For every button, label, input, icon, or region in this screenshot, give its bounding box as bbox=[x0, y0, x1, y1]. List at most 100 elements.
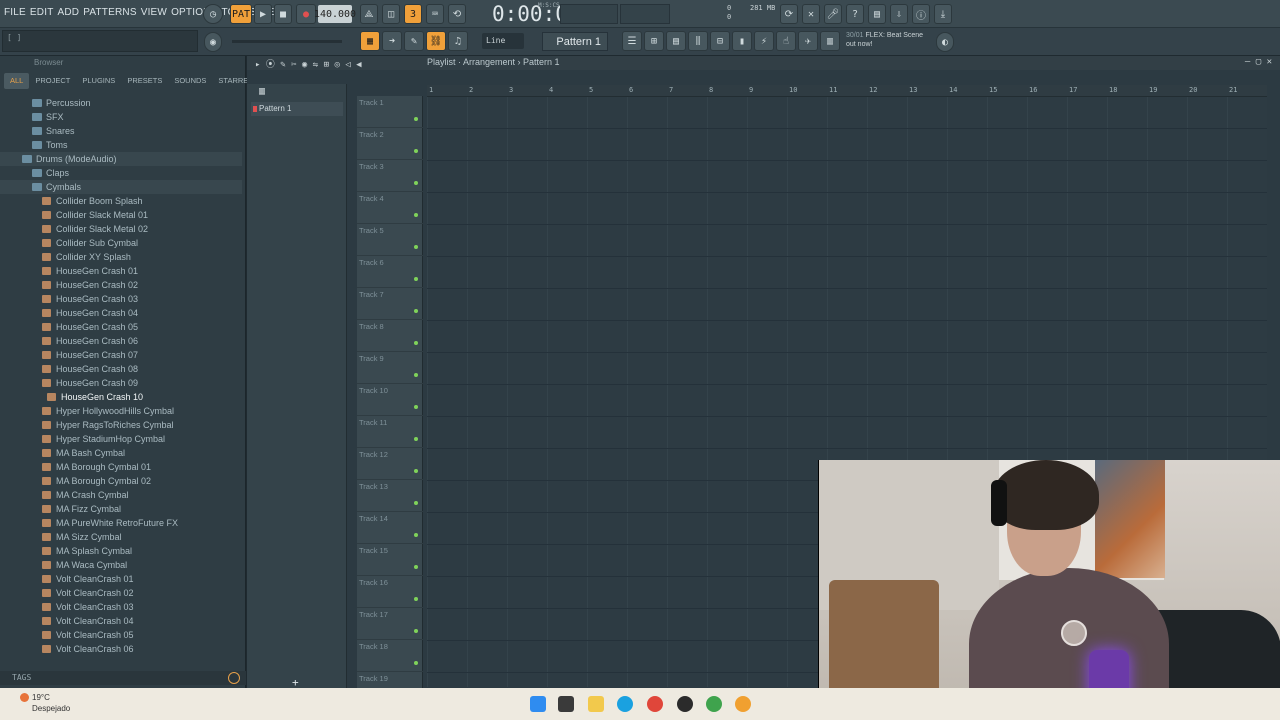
play-button[interactable]: ▶ bbox=[254, 4, 272, 24]
browser-file[interactable]: Collider Slack Metal 01 bbox=[0, 208, 242, 222]
news-refresh-icon[interactable]: ◐ bbox=[936, 32, 954, 52]
browser-file[interactable]: Collider Sub Cymbal bbox=[0, 236, 242, 250]
browser-file[interactable]: HouseGen Crash 03 bbox=[0, 292, 242, 306]
browser-folder[interactable]: Percussion bbox=[0, 96, 242, 110]
tempo-field[interactable]: 140.000 bbox=[314, 5, 356, 23]
news-panel[interactable]: 30/01 FLEX: Beat Scene out now! bbox=[846, 31, 923, 49]
project-tree-icon[interactable]: ⊟ bbox=[710, 31, 730, 51]
track-header[interactable]: Track 2 bbox=[357, 128, 423, 160]
browser-tab-all[interactable]: ALL bbox=[4, 73, 30, 89]
pattern-song-toggle[interactable]: PAT bbox=[230, 4, 252, 24]
track-mute-led[interactable] bbox=[414, 565, 418, 569]
mixer-view-icon[interactable]: ⫼ bbox=[688, 31, 708, 51]
browser-file[interactable]: Hyper StadiumHop Cymbal bbox=[0, 432, 242, 446]
browser-file[interactable]: MA PureWhite RetroFuture FX bbox=[0, 516, 242, 530]
track-header[interactable]: Track 5 bbox=[357, 224, 423, 256]
wait-input-icon[interactable]: ◫ bbox=[382, 4, 400, 24]
browser-folder[interactable]: Toms bbox=[0, 138, 242, 152]
browser-folder[interactable]: Cymbals bbox=[0, 180, 242, 194]
track-header[interactable]: Track 16 bbox=[357, 576, 423, 608]
browser-tab-plugins[interactable]: PLUGINS bbox=[76, 73, 121, 89]
piano-icon[interactable]: ▥ bbox=[259, 86, 271, 97]
browser-file[interactable]: Volt CleanCrash 05 bbox=[0, 628, 242, 642]
browser-file[interactable]: MA Sizz Cymbal bbox=[0, 530, 242, 544]
file-explorer-icon[interactable] bbox=[588, 696, 604, 712]
browser-folder[interactable]: Drums (ModeAudio) bbox=[0, 152, 242, 166]
pattern-item[interactable]: Pattern 1 bbox=[251, 102, 343, 116]
track-header[interactable]: Track 18 bbox=[357, 640, 423, 672]
playlist-tools[interactable]: ▸ ⦿ ✎ ✂ ◉ ⇋ ⊞ ◎ ◁ ◀ bbox=[255, 57, 362, 70]
search-icon[interactable] bbox=[228, 672, 240, 684]
browser-file[interactable]: HouseGen Crash 10 bbox=[0, 390, 242, 404]
track-header[interactable]: Track 1 bbox=[357, 96, 423, 128]
track-mute-led[interactable] bbox=[414, 629, 418, 633]
track-header[interactable]: Track 15 bbox=[357, 544, 423, 576]
browser-file[interactable]: MA Fizz Cymbal bbox=[0, 502, 242, 516]
playlist-view-icon[interactable]: ▦ bbox=[360, 31, 380, 51]
track-mute-led[interactable] bbox=[414, 341, 418, 345]
snap-select[interactable]: Line bbox=[482, 33, 524, 49]
track-header[interactable]: Track 11 bbox=[357, 416, 423, 448]
plug-icon[interactable]: ⚡ bbox=[754, 31, 774, 51]
track-header[interactable]: Track 10 bbox=[357, 384, 423, 416]
tags-bar[interactable]: TAGS bbox=[0, 671, 246, 685]
info-icon[interactable]: ⓘ bbox=[912, 4, 930, 24]
window-controls[interactable]: – ▢ ✕ bbox=[1245, 57, 1272, 67]
track-mute-led[interactable] bbox=[414, 597, 418, 601]
browser-file[interactable]: HouseGen Crash 02 bbox=[0, 278, 242, 292]
chrome-alt-icon[interactable] bbox=[706, 696, 722, 712]
browser-file[interactable]: Collider Slack Metal 02 bbox=[0, 222, 242, 236]
save-icon[interactable]: ▤ bbox=[868, 4, 886, 24]
microphone-icon[interactable]: 🎤︎ bbox=[824, 4, 842, 24]
fl-studio-icon[interactable] bbox=[735, 696, 751, 712]
track-header[interactable]: Track 8 bbox=[357, 320, 423, 352]
track-mute-led[interactable] bbox=[414, 469, 418, 473]
track-mute-led[interactable] bbox=[414, 277, 418, 281]
track-header[interactable]: Track 6 bbox=[357, 256, 423, 288]
browser-file[interactable]: MA Waca Cymbal bbox=[0, 558, 242, 572]
browser-file[interactable]: HouseGen Crash 05 bbox=[0, 320, 242, 334]
browser-file[interactable]: MA Crash Cymbal bbox=[0, 488, 242, 502]
metronome-icon[interactable]: ⟁ bbox=[360, 4, 378, 24]
stamp-icon[interactable]: ♫ bbox=[448, 31, 468, 51]
timeline-ruler[interactable]: 1 2 3 4 5 6 7 8 9 10 11 12 13 14 15 16 17 18 19 20 21 bbox=[427, 85, 1267, 97]
browser-folder[interactable]: SFX bbox=[0, 110, 242, 124]
track-mute-led[interactable] bbox=[414, 405, 418, 409]
obs-icon[interactable] bbox=[677, 696, 693, 712]
menu-edit[interactable]: EDIT bbox=[30, 7, 54, 18]
menu-patterns[interactable]: PATTERNS bbox=[83, 7, 136, 18]
browser-file[interactable]: Collider XY Splash bbox=[0, 250, 242, 264]
track-mute-led[interactable] bbox=[414, 309, 418, 313]
track-header[interactable]: Track 12 bbox=[357, 448, 423, 480]
track-header[interactable]: Track 7 bbox=[357, 288, 423, 320]
menu-file[interactable]: FILE bbox=[4, 7, 26, 18]
browser-folder[interactable]: Claps bbox=[0, 166, 242, 180]
browser-file[interactable]: HouseGen Crash 06 bbox=[0, 334, 242, 348]
browser-file[interactable]: HouseGen Crash 07 bbox=[0, 348, 242, 362]
edge-icon[interactable] bbox=[617, 696, 633, 712]
link-icon[interactable]: ⛓ bbox=[426, 31, 446, 51]
chrome-icon[interactable] bbox=[647, 696, 663, 712]
track-mute-led[interactable] bbox=[414, 373, 418, 377]
menu-add[interactable]: ADD bbox=[58, 7, 80, 18]
menu-view[interactable]: VIEW bbox=[141, 7, 167, 18]
channel-rack-icon[interactable]: ▤ bbox=[666, 31, 686, 51]
master-pitch-slider[interactable] bbox=[232, 40, 342, 43]
browser-file[interactable]: Volt CleanCrash 01 bbox=[0, 572, 242, 586]
browser-file[interactable]: Hyper HollywoodHills Cymbal bbox=[0, 404, 242, 418]
dj-icon[interactable]: ✈ bbox=[798, 31, 818, 51]
browser-file[interactable]: HouseGen Crash 01 bbox=[0, 264, 242, 278]
track-mute-led[interactable] bbox=[414, 181, 418, 185]
browser-file[interactable]: Volt CleanCrash 06 bbox=[0, 642, 242, 656]
browser-file[interactable]: MA Bash Cymbal bbox=[0, 446, 242, 460]
arrow-icon[interactable]: ➜ bbox=[382, 31, 402, 51]
mixer-icon[interactable]: ✕ bbox=[802, 4, 820, 24]
playlist-icon[interactable]: ☰ bbox=[622, 31, 642, 51]
draw-icon[interactable]: ✎ bbox=[404, 31, 424, 51]
browser-file[interactable]: Collider Boom Splash bbox=[0, 194, 242, 208]
pattern-select[interactable]: Pattern 1 bbox=[542, 32, 608, 51]
weather-widget[interactable]: 19°C Despejado bbox=[20, 692, 70, 714]
track-mute-led[interactable] bbox=[414, 661, 418, 665]
track-mute-led[interactable] bbox=[414, 437, 418, 441]
track-header[interactable]: Track 4 bbox=[357, 192, 423, 224]
